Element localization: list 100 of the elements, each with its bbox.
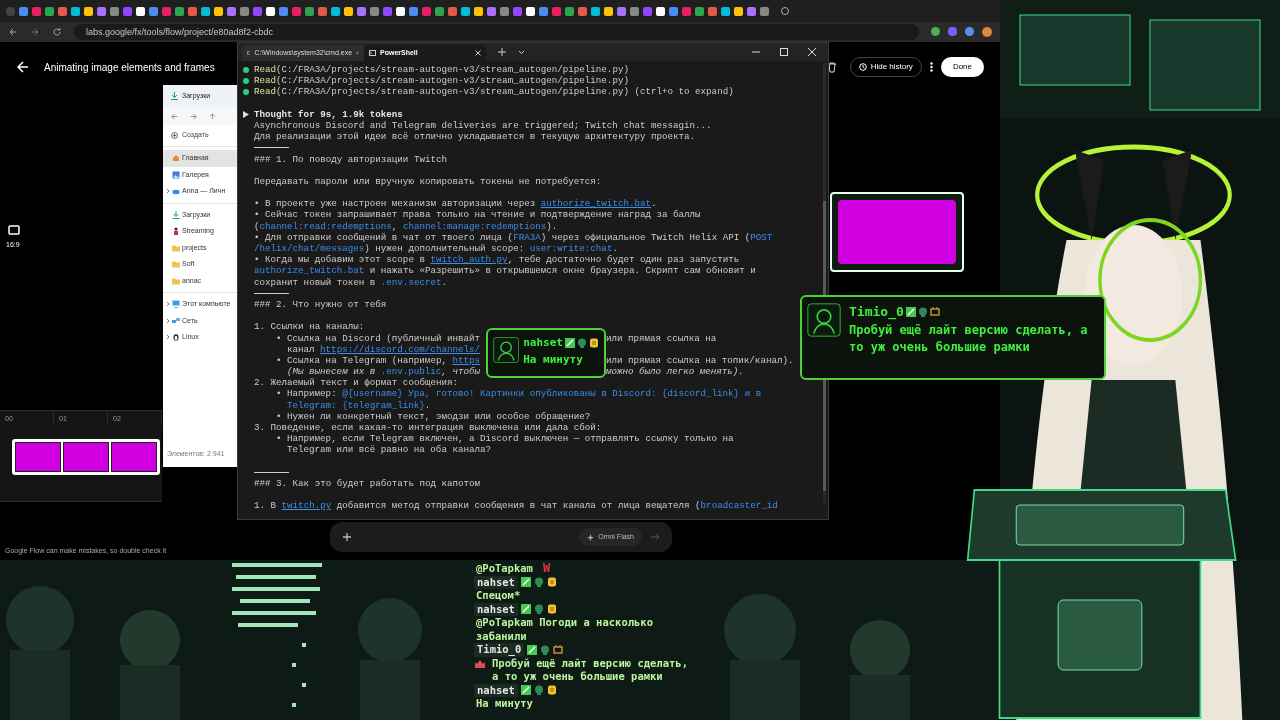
preview-frame[interactable] [830, 192, 964, 272]
terminal-line: • В проекте уже настроен механизм авторизации через authorize_twitch.bat. [254, 198, 657, 210]
terminal-line: /helix/chat/messages) нужен дополнительный scope: user:write:chat. [254, 243, 618, 255]
file-link[interactable]: twitch.py [281, 500, 332, 512]
terminal-line: Для реализации этой идеи всё отлично укладывается в текущую архитектуру проекта. [254, 131, 696, 143]
skull-badge-icon [533, 577, 544, 588]
tool-call-line: Read(C:/FRA3A/projects/stream-autogen-v3/stream_autogen/pipeline.py) (ctrl+o to expand) [254, 86, 734, 98]
dropdown-caret-icon[interactable] [518, 50, 525, 55]
download-icon [171, 92, 178, 100]
download-icon [172, 210, 180, 219]
coin-badge-icon [546, 604, 557, 615]
home-icon [172, 154, 180, 163]
back-arrow-icon[interactable] [16, 60, 30, 74]
terminal-line: 3. Поведение, если какая-то интеграция выключена или дала сбой: [254, 422, 602, 434]
terminal-line: 2. Желаемый текст и формат сообщения: [254, 377, 458, 389]
forward-icon[interactable] [30, 27, 40, 37]
terminal-line: (Мы вынесем их в .env.public, чтобы [287, 366, 480, 378]
terminal-line: канал https://discord.com/channels/ [287, 343, 480, 355]
picture-icon [172, 170, 180, 179]
terminal-line: • Нужен ли конкретный текст, эмодзи или особое обращение? [276, 410, 591, 422]
pencil-badge-icon [520, 577, 531, 588]
chat-message: На минуту [474, 697, 535, 711]
back-icon[interactable] [8, 27, 18, 37]
expand-chevron-icon[interactable] [165, 334, 170, 341]
up-icon[interactable] [209, 112, 216, 120]
user-avatar [807, 302, 841, 338]
terminal-line: сохранит новый токен в .env.secret. [254, 276, 447, 288]
skull-badge-icon [540, 644, 551, 655]
terminal-line: или прямая ссылка на [606, 332, 717, 344]
terminal-line: • Когда мы добавим этот scope в twitch_auth.py, тебе достаточно будет один раз запустить [254, 254, 740, 266]
network-icon [172, 316, 180, 325]
username: Timio_0 [474, 643, 525, 657]
terminal-line: Telegram: {telegram_link}. [287, 399, 431, 411]
maximize-icon[interactable] [780, 48, 788, 56]
skull-badge-icon [533, 604, 544, 615]
expand-chevron-icon[interactable] [165, 188, 170, 195]
close-icon[interactable] [808, 48, 816, 56]
file-link[interactable]: authorize_twitch.bat [540, 198, 651, 210]
pencil-badge-icon [905, 306, 916, 317]
terminal-line: Thought for 9s, 1.9k tokens [254, 108, 403, 120]
more-menu-icon[interactable] [929, 62, 933, 72]
history-icon [858, 63, 867, 71]
expand-chevron-icon[interactable] [165, 317, 170, 324]
coin-badge-icon [589, 338, 599, 349]
skull-badge-icon [577, 338, 587, 349]
username: Timio_0 [849, 303, 904, 322]
new-tab-icon[interactable] [498, 48, 506, 56]
plug-badge-icon [553, 644, 564, 655]
chat-message: Пробуй ещё лайт версию сделать, а то уж очень большие рамки [849, 321, 1089, 356]
terminal-line: authorize_twitch.bat и нажать «Разрешить» в открывшемся окне браузера. Скрипт сам обновит и [254, 265, 756, 277]
terminal-line: Передавать пароли или вручную копировать токены не потребуется: [254, 175, 602, 188]
skull-badge-icon [533, 685, 544, 696]
plug-badge-icon [929, 306, 940, 317]
skull-badge-icon [917, 306, 928, 317]
terminal-line: • Сейчас токен запрашивает права только на чтение и подтверждение наград за баллы [254, 209, 701, 221]
video-clip[interactable] [12, 439, 160, 475]
pencil-badge-icon [565, 338, 575, 349]
monitor-icon [172, 300, 180, 309]
terminal-line: 1. В twitch.py добавится метод отправки сообщения в чат канала от лица вещателя (broadcaster_id [254, 500, 778, 512]
page-title: Animating image elements and frames [44, 60, 215, 75]
terminal-line: • Для отправки сообщений в чат от твоего лица (FRA3A) через официальное Twitch Helix API (POST [254, 231, 773, 243]
pencil-badge-icon [520, 604, 531, 615]
sparkle-icon [587, 533, 595, 541]
terminal-line: ### 1. По поводу авторизации Twitch [254, 153, 447, 165]
forward-icon[interactable] [190, 112, 197, 120]
pencil-badge-icon [520, 685, 531, 696]
profile-avatar[interactable] [982, 27, 992, 37]
chat-message: @PoTapkam [474, 562, 535, 576]
aspect-ratio-icon[interactable] [8, 225, 20, 235]
pencil-badge-icon [527, 644, 538, 655]
terminal-line: ### 3. Как это будет работать под капотом [254, 477, 481, 490]
add-icon[interactable] [342, 532, 352, 542]
terminal-line: ### 2. Что нужно от тебя [254, 298, 387, 311]
coin-badge-icon [546, 577, 557, 588]
address-bar[interactable]: labs.google/fx/tools/flow/project/e80ad8f2-cbdc [74, 24, 919, 40]
cloud-icon [172, 187, 180, 196]
terminal-line: или прямая ссылка на топик/канал). [606, 354, 794, 367]
expand-chevron-icon[interactable] [165, 301, 170, 308]
chat-message: На минуту [523, 351, 584, 368]
expand-triangle-icon[interactable] [243, 110, 249, 118]
terminal-line: • Ссылка на Telegram (например, https [276, 354, 480, 367]
user-avatar [493, 335, 520, 365]
file-link[interactable]: https [452, 354, 480, 366]
back-icon[interactable] [171, 112, 178, 120]
done-button[interactable]: Done [940, 57, 984, 77]
close-tab-icon[interactable] [475, 50, 481, 56]
tool-call-line: Read(C:/FRA3A/projects/stream-autogen-v3/stream_autogen/pipeline.py) [254, 64, 629, 76]
chat-message: Спецом* [474, 589, 523, 603]
terminal-line: Telegram или всё равно на оба канала? [287, 444, 491, 456]
terminal-line: • Например, если Telegram включен, а Discord выключен — отправлять ссылку только на [276, 433, 734, 445]
reload-icon[interactable] [52, 27, 62, 37]
figure-icon [172, 227, 180, 236]
terminal-line: • Ссылка на Discord (публичный инвайт [276, 332, 480, 344]
minimize-icon[interactable] [752, 48, 760, 56]
emote-text: W [542, 562, 551, 576]
coin-badge-icon [546, 685, 557, 696]
file-link[interactable]: https://discord.com/channels/ [320, 343, 480, 355]
terminal-line: 1. Ссылки на каналы: [254, 321, 365, 333]
terminal-line: (channel:read:redemptions, channel:manage:redemptions). [254, 220, 558, 232]
file-link[interactable]: twitch_auth.py [430, 254, 508, 266]
